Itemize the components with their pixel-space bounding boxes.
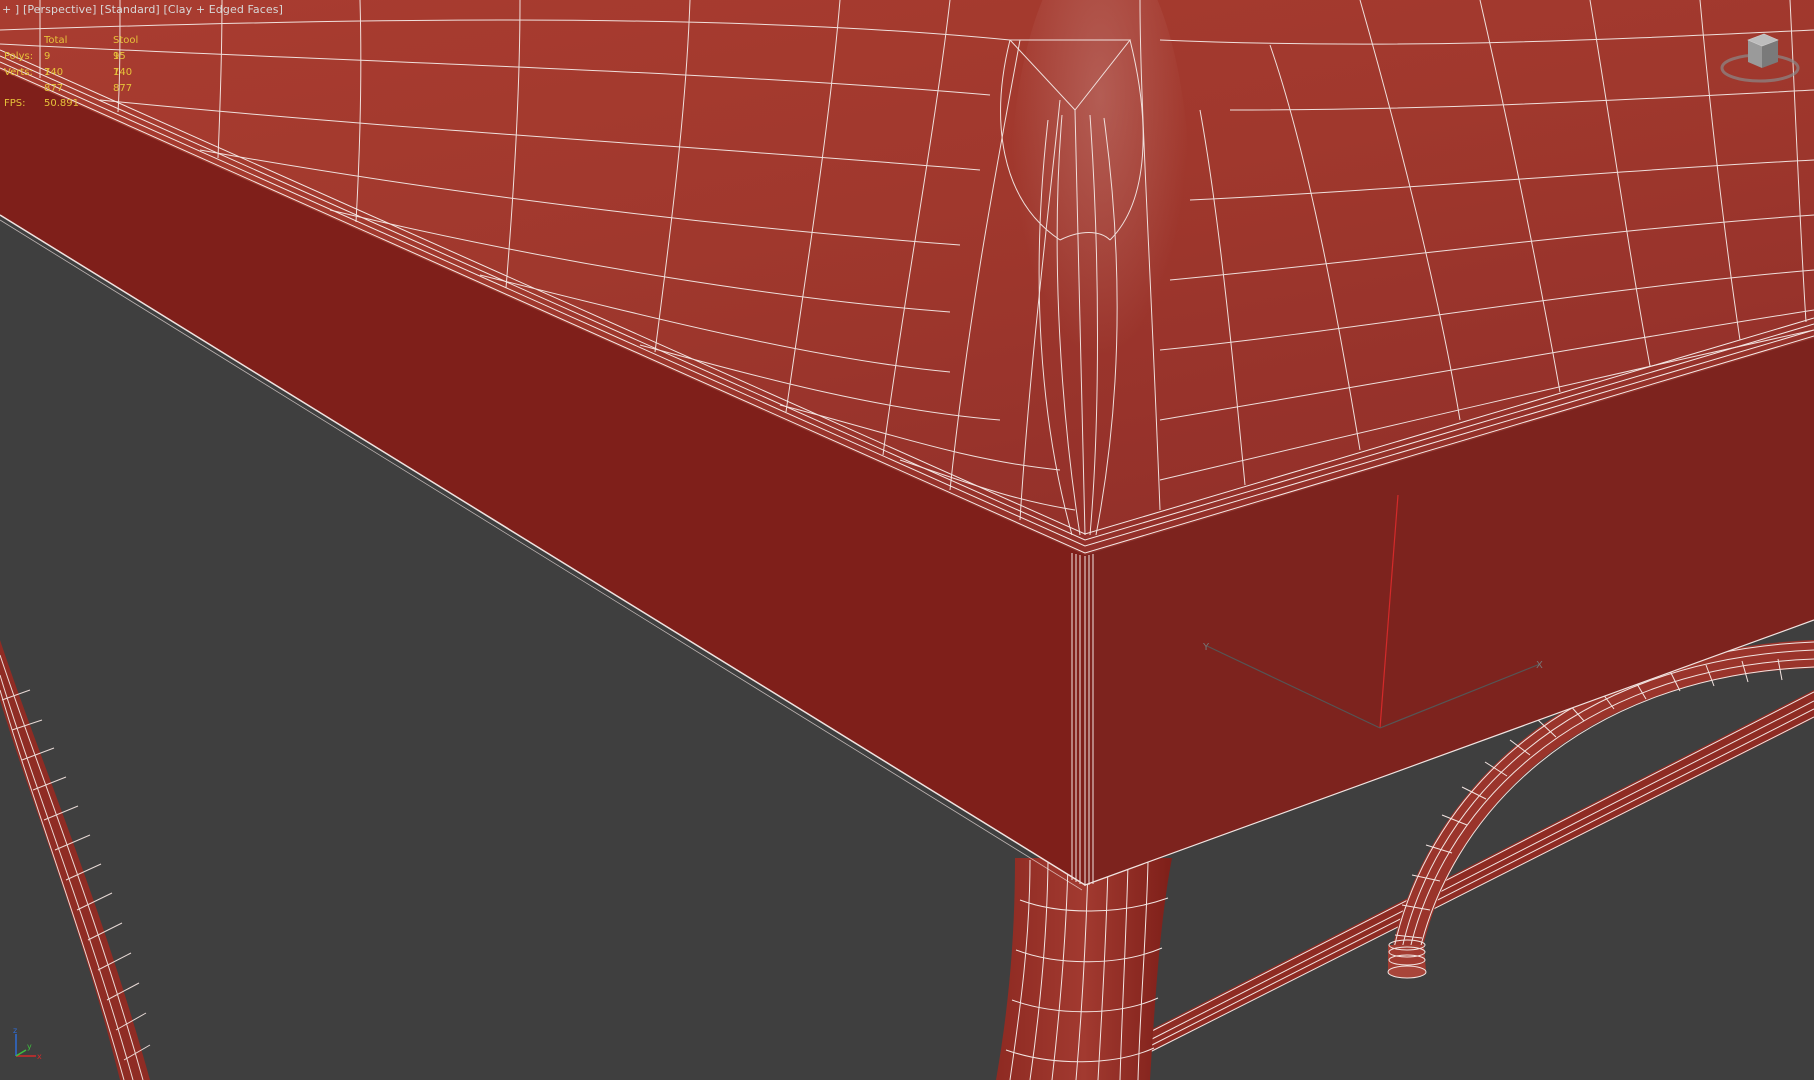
- viewport-general-menu[interactable]: + ]: [2, 3, 19, 16]
- viewport-shading-quality-menu[interactable]: [Standard]: [100, 3, 160, 16]
- scene-canvas[interactable]: Y X: [0, 0, 1814, 1080]
- stats-verts-total: 7 877: [44, 67, 64, 94]
- stats-polys-label: Polys:: [4, 51, 34, 62]
- axis-z-label: z: [13, 1026, 17, 1035]
- svg-text:X: X: [1536, 660, 1543, 671]
- svg-text:Y: Y: [1202, 642, 1210, 653]
- stats-fps-label: FPS:: [4, 98, 26, 109]
- viewcube-icon[interactable]: [1718, 22, 1802, 94]
- axis-x-label: x: [37, 1052, 42, 1061]
- perspective-viewport[interactable]: Y X +] [Perspective] [Standard] [Clay +…: [0, 0, 1814, 1080]
- foot-cap[interactable]: [1387, 939, 1427, 979]
- stats-verts-label: Verts:: [4, 67, 33, 78]
- viewport-pov-menu[interactable]: [Perspective]: [23, 3, 97, 16]
- axis-tripod-icon: z x y: [13, 1026, 42, 1061]
- viewport-shading-menu[interactable]: [Clay + Edged Faces]: [163, 3, 283, 16]
- front-leg[interactable]: [996, 858, 1172, 1080]
- stats-verts-object: 7 877: [113, 67, 133, 94]
- axis-y-label: y: [27, 1042, 32, 1051]
- left-leg[interactable]: [0, 640, 151, 1080]
- stats-fps-value: 50.891: [44, 98, 79, 109]
- viewport-label: + ] [Perspective] [Standard] [Clay + Edg…: [2, 3, 283, 16]
- stats-header-total: Total: [44, 35, 68, 46]
